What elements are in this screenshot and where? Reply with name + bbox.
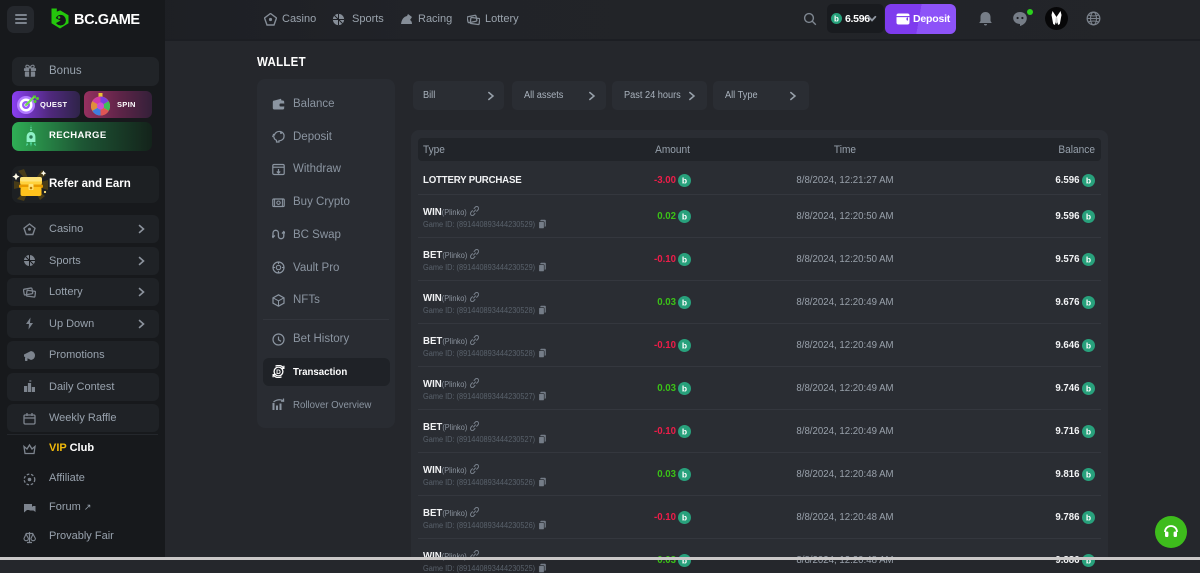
svg-text:b: b [682, 297, 687, 307]
svg-text:b: b [834, 14, 839, 23]
svg-text:b: b [682, 469, 687, 479]
svg-text:b: b [1085, 175, 1090, 185]
svg-text:b: b [682, 426, 687, 436]
svg-text:b: b [682, 512, 687, 522]
svg-text:b: b [682, 340, 687, 350]
svg-text:b: b [682, 175, 687, 185]
svg-text:b: b [1085, 383, 1090, 393]
svg-text:b: b [682, 383, 687, 393]
svg-text:b: b [1085, 469, 1090, 479]
svg-text:b: b [1085, 426, 1090, 436]
svg-text:b: b [1085, 254, 1090, 264]
svg-text:b: b [1085, 297, 1090, 307]
svg-text:b: b [682, 254, 687, 264]
svg-text:D: D [276, 369, 281, 376]
svg-text:b: b [1085, 340, 1090, 350]
svg-text:b: b [1085, 512, 1090, 522]
svg-text:b: b [682, 211, 687, 221]
svg-text:b: b [1085, 211, 1090, 221]
